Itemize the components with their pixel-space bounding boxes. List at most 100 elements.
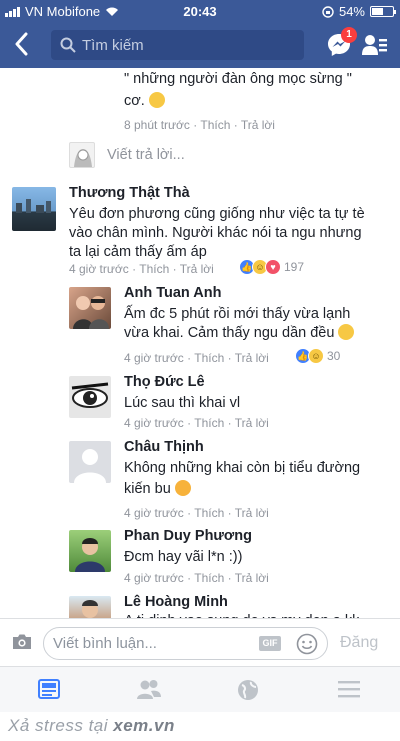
cityscape-avatar-icon — [16, 199, 51, 213]
reply-link[interactable]: Trả lời — [180, 262, 214, 276]
haha-reaction-icon: ☺ — [308, 348, 324, 364]
sticker-button[interactable] — [296, 633, 318, 660]
avatar[interactable] — [69, 596, 111, 618]
comment-time: 8 phút trước — [124, 118, 190, 132]
search-icon — [60, 37, 76, 53]
comment-author[interactable]: Thương Thật Thà — [69, 185, 190, 201]
avatar[interactable] — [69, 376, 111, 418]
like-link[interactable]: Thích — [194, 506, 224, 520]
comment-time: 4 giờ trước — [124, 506, 184, 520]
avatar[interactable] — [69, 287, 111, 329]
navbar: Tìm kiếm 1 — [0, 22, 400, 68]
rofl-emoji-icon — [338, 324, 355, 340]
comment-meta: 4 giờ trước · Thích · Trả lời — [124, 571, 269, 585]
tab-bar — [0, 666, 400, 712]
person-photo-avatar-icon — [82, 600, 98, 618]
rotation-lock-icon — [322, 5, 334, 18]
person-list-icon — [362, 35, 387, 55]
eye-drawing-avatar-icon — [71, 382, 109, 408]
comment-author[interactable]: Lê Hoàng Minh — [124, 594, 228, 610]
comment-text: vào chân mình. Người khác nói ta ngu như… — [69, 225, 362, 241]
anime-avatar-icon — [74, 149, 92, 167]
back-button[interactable] — [14, 32, 34, 58]
comment-text-line: kiến bu — [124, 480, 191, 499]
comment-meta: 4 giờ trước · Thích · Trả lời — [124, 416, 269, 430]
comment-time: 4 giờ trước — [124, 416, 184, 430]
watermark-prefix: Xả stress tại — [8, 716, 114, 735]
like-link[interactable]: Thích — [194, 351, 224, 365]
tab-news-feed[interactable] — [38, 679, 60, 704]
reply-link[interactable]: Trả lời — [235, 506, 269, 520]
smiley-icon — [296, 633, 318, 655]
love-reaction-icon: ♥ — [265, 259, 281, 275]
comment-input[interactable]: Viết bình luận... GIF — [43, 627, 328, 660]
search-placeholder: Tìm kiếm — [82, 37, 144, 54]
comment-time: 4 giờ trước — [124, 571, 184, 585]
reaction-summary[interactable]: 👍 ☺ 30 — [295, 348, 340, 364]
reaction-count: 30 — [327, 349, 341, 363]
reply-link[interactable]: Trả lời — [235, 351, 269, 365]
comment-meta: 8 phút trước · Thích · Trả lời — [124, 118, 275, 132]
like-link[interactable]: Thích — [200, 118, 230, 132]
camera-button[interactable] — [11, 633, 33, 656]
avatar[interactable] — [69, 441, 111, 483]
comment-composer: Viết bình luận... GIF Đăng — [0, 618, 400, 666]
comment-author[interactable]: Anh Tuan Anh — [124, 285, 221, 301]
like-link[interactable]: Thích — [139, 262, 169, 276]
battery-percent: 54% — [338, 4, 365, 19]
comment-text: Lúc sau thì khai vl — [124, 395, 241, 411]
comment-text-part: cơ. — [124, 93, 145, 109]
write-reply-prompt[interactable]: Viết trả lời... — [107, 147, 185, 163]
avatar[interactable] — [69, 530, 111, 572]
comment-text: Yêu đơn phương cũng giống như việc ta tự… — [69, 206, 365, 222]
comment-text-line: cơ. — [124, 92, 165, 111]
reply-link[interactable]: Trả lời — [235, 571, 269, 585]
like-link[interactable]: Thích — [194, 416, 224, 430]
camera-icon — [13, 634, 31, 649]
comment-text: Ấm đc 5 phút rồi mới thấy vừa lạnh — [124, 306, 351, 322]
hamburger-menu-icon — [338, 681, 360, 698]
couple-photo-avatar-icon — [73, 296, 109, 329]
gif-button[interactable]: GIF — [259, 636, 281, 651]
comment-text-part: vừa khai. Cảm thấy ngu dần đều — [124, 325, 335, 341]
status-bar: VN Mobifone 20:43 54% — [0, 0, 400, 22]
friends-icon — [137, 680, 161, 699]
avatar[interactable] — [12, 187, 56, 231]
reaction-summary[interactable]: 👍 ☺ ♥ 197 — [239, 259, 304, 275]
avatar — [69, 142, 95, 168]
comment-text-line: vừa khai. Cảm thấy ngu dần đều — [124, 324, 355, 343]
comment-meta: 4 giờ trước · Thích · Trả lời — [124, 506, 269, 520]
like-link[interactable]: Thích — [194, 571, 224, 585]
comment-text: ta lại cảm thấy ấm áp — [69, 244, 207, 260]
comment-meta: 4 giờ trước · Thích · Trả lời — [124, 351, 269, 365]
comment-text-part: kiến bu — [124, 481, 171, 497]
globe-icon — [238, 680, 258, 700]
friend-requests-button[interactable] — [362, 33, 388, 62]
laughing-emoji-icon — [148, 92, 165, 108]
reaction-count: 197 — [284, 260, 305, 274]
tab-notifications[interactable] — [237, 679, 259, 706]
comment-time: 4 giờ trước — [69, 262, 129, 276]
watermark-site: xem.vn — [113, 716, 175, 735]
reply-link[interactable]: Trả lời — [241, 118, 275, 132]
comment-time: 4 giờ trước — [124, 351, 184, 365]
comment-meta: 4 giờ trước · Thích · Trả lời — [69, 262, 214, 276]
post-button[interactable]: Đăng — [340, 634, 378, 652]
chevron-left-icon — [15, 32, 28, 56]
comment-author[interactable]: Phan Duy Phương — [124, 528, 252, 544]
watermark-text: Xả stress tại xem.vn — [8, 716, 175, 736]
tab-friends[interactable] — [137, 679, 161, 704]
comment-author[interactable]: Thọ Đức Lê — [124, 374, 205, 390]
tab-menu[interactable] — [338, 679, 360, 704]
battery-icon — [370, 6, 396, 17]
comment-text: " những người đàn ông mọc sừng " — [124, 71, 352, 87]
watermark-bar: Xả stress tại xem.vn — [0, 712, 400, 741]
comment-author[interactable]: Châu Thịnh — [124, 439, 204, 455]
messenger-badge: 1 — [341, 27, 357, 43]
comment-text: Không những khai còn bị tiểu đường — [124, 460, 361, 476]
reply-link[interactable]: Trả lời — [235, 416, 269, 430]
comment-placeholder: Viết bình luận... — [53, 635, 157, 652]
search-input[interactable]: Tìm kiếm — [51, 30, 304, 60]
disappointed-emoji-icon — [174, 480, 191, 496]
default-profile-icon — [74, 449, 106, 483]
